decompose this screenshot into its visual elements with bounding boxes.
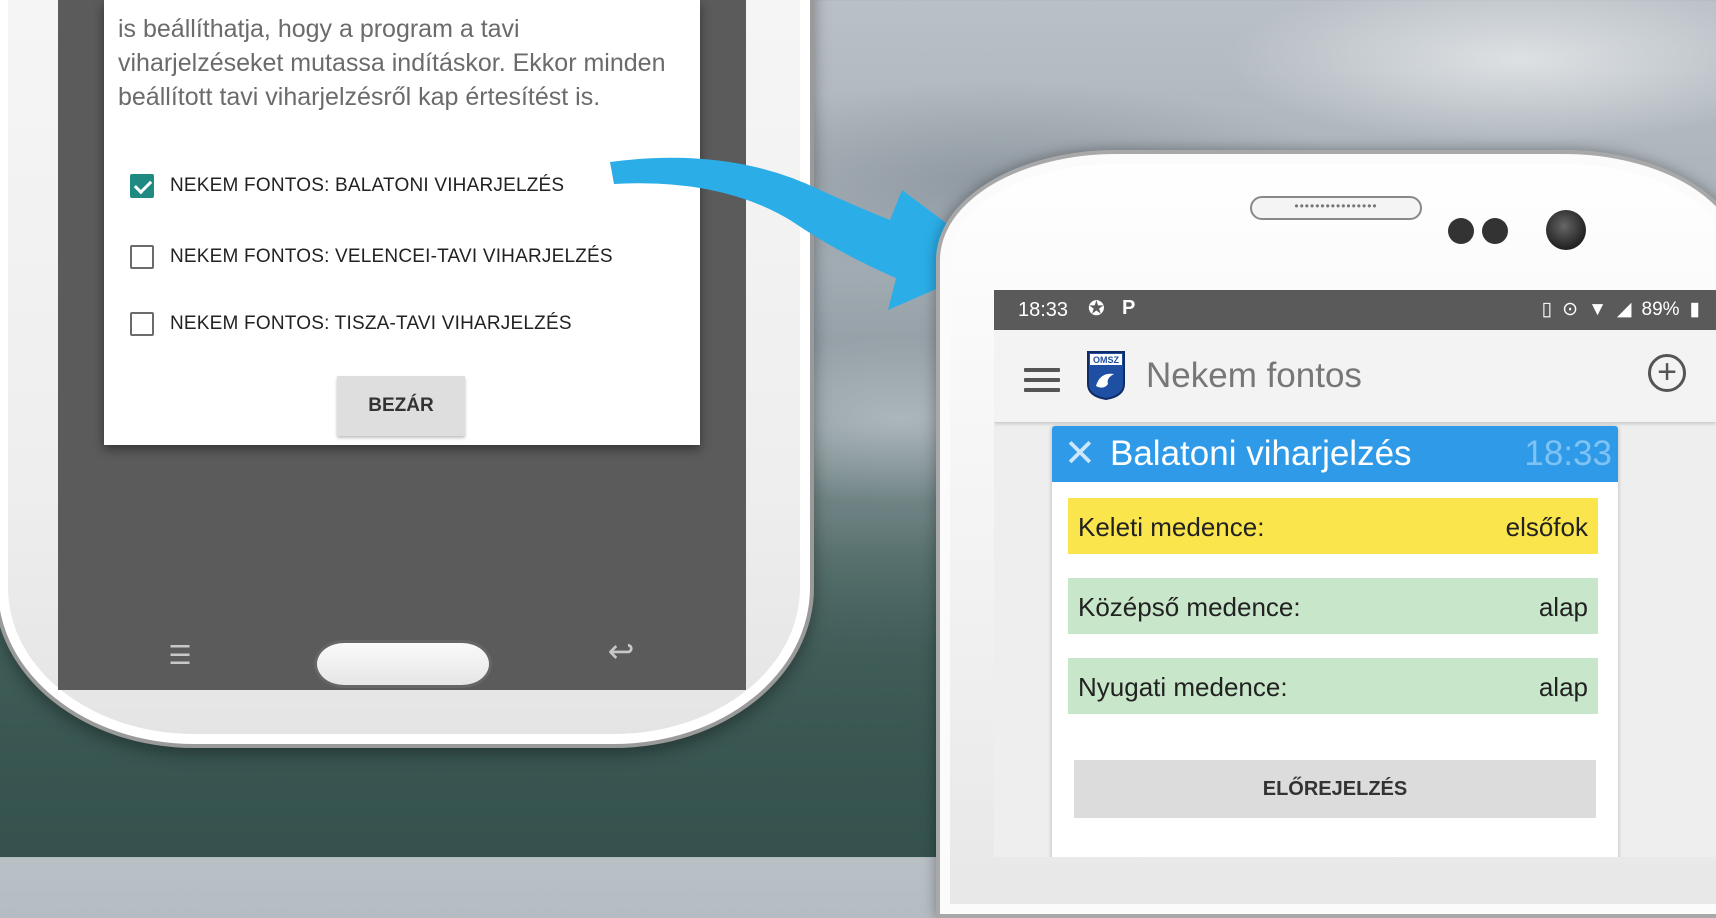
- storm-warning-card: ✕ Balatoni viharjelzés 18:33 Keleti mede…: [1052, 426, 1618, 857]
- sensor-icon: [1448, 218, 1474, 244]
- right-phone-screen: 18:33 ✪ P ▯ ⊙ ▼ ◢ 89% ▮ OMSZ Nekem fonto…: [994, 290, 1716, 857]
- checkbox-velence[interactable]: [130, 245, 154, 269]
- row-value: elsőfok: [1505, 512, 1588, 542]
- add-circle-icon[interactable]: +: [1648, 354, 1686, 392]
- row-value: alap: [1538, 672, 1588, 702]
- location-icon: ⊙: [1562, 299, 1579, 320]
- menu-key-icon[interactable]: ☰: [158, 640, 202, 670]
- row-label: Nyugati medence:: [1078, 672, 1288, 702]
- battery-icon: ▮: [1689, 299, 1700, 320]
- app-bar: OMSZ Nekem fontos +: [994, 330, 1716, 422]
- status-right-icons: ▯ ⊙ ▼ ◢ 89% ▮: [1542, 298, 1700, 321]
- option-tisza[interactable]: NEKEM FONTOS: TISZA-TAVI VIHARJELZÉS: [130, 312, 572, 336]
- omsz-logo: OMSZ: [1087, 351, 1125, 400]
- camera-icon: [1546, 210, 1586, 250]
- option-velence-label: NEKEM FONTOS: VELENCEI-TAVI VIHARJELZÉS: [170, 246, 613, 267]
- checkbox-tisza[interactable]: [130, 312, 154, 336]
- card-header: ✕ Balatoni viharjelzés 18:33: [1052, 426, 1618, 482]
- option-balaton-label: NEKEM FONTOS: BALATONI VIHARJELZÉS: [170, 175, 565, 196]
- row-east-basin: Keleti medence: elsőfok: [1068, 498, 1598, 554]
- row-central-basin: Középső medence: alap: [1068, 578, 1598, 634]
- option-balaton[interactable]: NEKEM FONTOS: BALATONI VIHARJELZÉS: [130, 174, 564, 198]
- row-west-basin: Nyugati medence: alap: [1068, 658, 1598, 714]
- svg-text:OMSZ: OMSZ: [1093, 355, 1120, 365]
- home-button[interactable]: [314, 640, 492, 688]
- close-button[interactable]: BEZÁR: [337, 376, 465, 436]
- dialog-description: is beállíthatja, hogy a program a tavi v…: [118, 15, 666, 111]
- speaker-grille: ••••••••••••••••: [1250, 196, 1422, 220]
- vibrate-icon: ▯: [1541, 299, 1553, 320]
- parking-icon: P: [1122, 297, 1136, 319]
- status-bar: 18:33 ✪ P ▯ ⊙ ▼ ◢ 89% ▮: [994, 290, 1716, 330]
- row-label: Keleti medence:: [1078, 512, 1265, 542]
- sensor-icon: [1482, 218, 1508, 244]
- close-icon[interactable]: ✕: [1064, 432, 1096, 476]
- row-value: alap: [1538, 592, 1588, 622]
- notification-icon: ✪: [1088, 298, 1105, 320]
- app-title: Nekem fontos: [1146, 356, 1362, 395]
- card-time: 18:33: [1524, 434, 1612, 473]
- card-title: Balatoni viharjelzés: [1110, 434, 1412, 473]
- checkbox-balaton[interactable]: [130, 174, 154, 198]
- status-time: 18:33: [1018, 299, 1069, 321]
- row-label: Középső medence:: [1078, 592, 1301, 622]
- forecast-button[interactable]: ELŐREJELZÉS: [1074, 760, 1596, 818]
- menu-icon[interactable]: [1024, 368, 1060, 392]
- option-tisza-label: NEKEM FONTOS: TISZA-TAVI VIHARJELZÉS: [170, 313, 572, 334]
- battery-level: 89%: [1641, 298, 1680, 320]
- back-key-icon[interactable]: ↩: [596, 632, 646, 669]
- wifi-icon: ▼: [1588, 298, 1607, 320]
- signal-icon: ◢: [1616, 299, 1632, 320]
- option-velence[interactable]: NEKEM FONTOS: VELENCEI-TAVI VIHARJELZÉS: [130, 245, 613, 269]
